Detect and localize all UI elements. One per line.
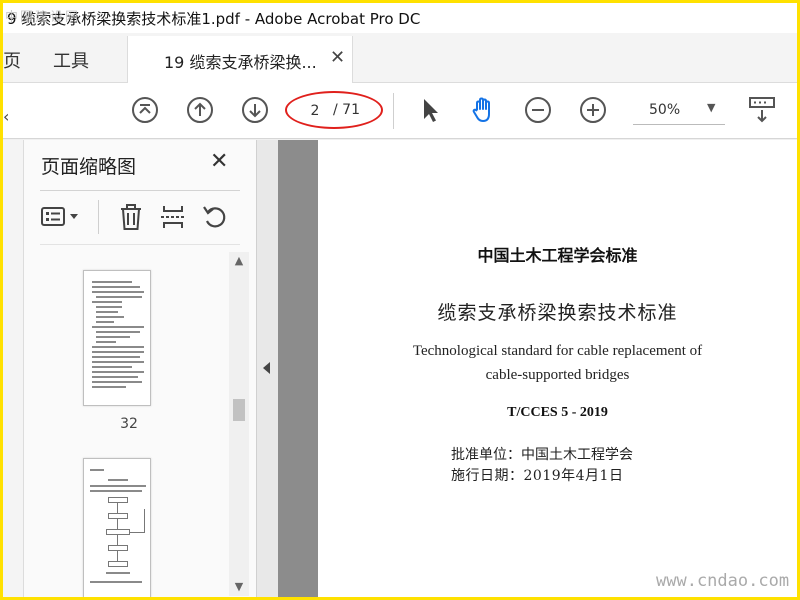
toolbar-divider [393, 93, 394, 129]
scrollbar-thumb[interactable] [233, 399, 245, 421]
panel-close-icon[interactable]: ✕ [210, 149, 228, 174]
cursor-arrow-icon [424, 99, 438, 122]
panel-splitter[interactable] [256, 140, 278, 597]
collapse-panel-icon[interactable] [263, 362, 270, 374]
keyboard-download-icon [749, 97, 775, 123]
panel-toolbar [40, 198, 240, 238]
divider [40, 244, 240, 245]
doc-title-english-line-1: Technological standard for cable replace… [412, 343, 703, 359]
rotate-icon [203, 206, 226, 228]
insert-page-icon [161, 206, 185, 228]
watermark-bottom-right: www.cndao.com [656, 571, 790, 591]
zoom-in-button[interactable] [578, 95, 608, 125]
next-page-button[interactable] [240, 95, 270, 125]
app-window: 9 缆索支承桥梁换索技术标准1.pdf - Adobe Acrobat Pro … [3, 3, 797, 597]
page-thumbnail[interactable] [83, 458, 151, 597]
delete-page-button[interactable] [116, 202, 146, 232]
doc-title-english-line-2: cable-supported bridges [485, 367, 630, 383]
hand-tool-button[interactable] [468, 95, 498, 125]
title-bar: 9 缆索支承桥梁换索技术标准1.pdf - Adobe Acrobat Pro … [3, 3, 797, 33]
chevron-down-icon: ▼ [707, 101, 716, 114]
panel-title: 页面缩略图 [41, 156, 137, 178]
doc-standard-code: T/CCES 5 - 2019 [507, 405, 608, 420]
doc-organization: 中国土木工程学会标准 [477, 246, 638, 265]
divider [98, 200, 99, 234]
prev-page-button[interactable] [185, 95, 215, 125]
thumbnail-page-number: 32 [120, 416, 138, 432]
toolbar-scroll-left-icon[interactable]: ‹ [3, 107, 9, 126]
list-options-icon [41, 207, 78, 226]
thumbnails-panel: 页面缩略图 ✕ 32 ▲ ▼ [23, 140, 256, 597]
select-tool-button[interactable] [415, 95, 445, 125]
zoom-value: 50% [649, 102, 681, 118]
page-thumbnail[interactable] [83, 270, 151, 406]
tab-document[interactable]: 19 缆索支承桥梁换... ✕ [127, 36, 353, 84]
keyboard-tools-button[interactable] [747, 95, 777, 125]
divider [40, 190, 240, 191]
watermark-top-left: 中国建设网 [5, 10, 81, 25]
minus-circle-icon [525, 97, 551, 123]
tab-tools[interactable]: 工具 [53, 47, 89, 73]
left-nav-strip [3, 140, 23, 597]
first-page-icon [132, 97, 158, 123]
scroll-down-icon[interactable]: ▼ [229, 578, 249, 596]
tab-home[interactable]: 页 [3, 47, 21, 73]
hand-icon [472, 97, 490, 122]
tab-document-label: 19 缆索支承桥梁换... [164, 53, 317, 72]
doc-approved-by: 批准单位：中国土木工程学会 [451, 447, 633, 463]
rotate-page-button[interactable] [200, 202, 230, 232]
arrow-down-icon [242, 97, 268, 123]
thumbnail-options-button[interactable] [40, 202, 84, 232]
first-page-button[interactable] [130, 95, 160, 125]
annotation-ring [285, 91, 383, 129]
trash-icon [121, 204, 141, 230]
insert-page-button[interactable] [158, 202, 188, 232]
tab-strip: 页 工具 19 缆索支承桥梁换... ✕ [3, 33, 797, 84]
scroll-up-icon[interactable]: ▲ [229, 252, 249, 270]
toolbar: ‹ / 71 50% ▼ [3, 83, 797, 139]
doc-title: 缆索支承桥梁换索技术标准 [437, 302, 678, 324]
doc-effective-date: 施行日期：2019年4月1日 [451, 468, 624, 484]
thumbnails-scrollbar[interactable]: ▲ ▼ [229, 252, 249, 596]
plus-circle-icon [580, 97, 606, 123]
page-navigator: / 71 [285, 91, 383, 129]
arrow-up-icon [187, 97, 213, 123]
document-page[interactable]: 中国土木工程学会标准 缆索支承桥梁换索技术标准 Technological st… [318, 140, 797, 597]
zoom-out-button[interactable] [523, 95, 553, 125]
tab-close-icon[interactable]: ✕ [330, 47, 345, 68]
zoom-select[interactable]: 50% ▼ [633, 95, 725, 125]
